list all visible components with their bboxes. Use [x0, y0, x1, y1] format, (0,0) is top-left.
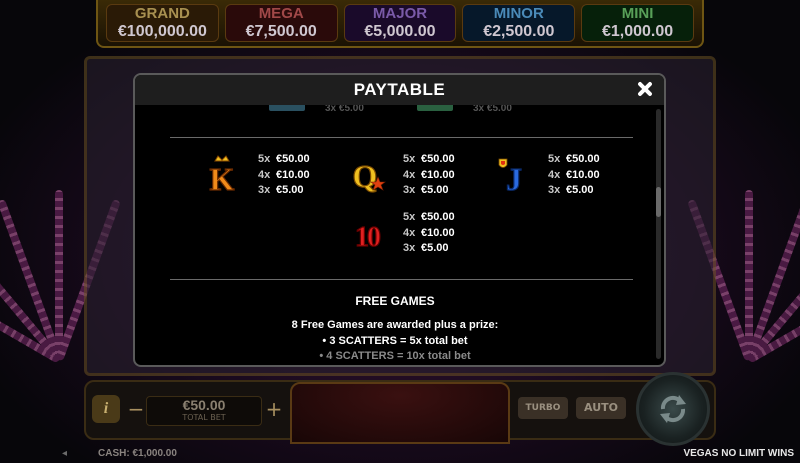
pay-multiplier: 4x	[403, 168, 416, 181]
jackpot-name: MEGA	[258, 5, 304, 22]
divider	[170, 137, 633, 138]
pay-multiplier: 3x	[258, 184, 271, 196]
jackpot-bar: GRAND €100,000.00 MEGA €7,500.00 MAJOR €…	[96, 0, 704, 48]
jackpot-value: €2,500.00	[483, 23, 555, 40]
cash-balance: CASH: €1,000.00	[98, 448, 177, 459]
sound-icon[interactable]: ◂	[62, 449, 74, 459]
svg-text:K: K	[210, 161, 235, 193]
paytable-modal: PAYTABLE 3x €5.00 3x €5.00 K 5x €50.00 4x…	[133, 73, 666, 367]
jackpot-name: MINI	[621, 5, 654, 22]
pay-multiplier: 4x	[403, 226, 416, 239]
free-games-description: 8 Free Games are awarded plus a prize:	[291, 319, 499, 331]
free-games-title: FREE GAMES	[355, 294, 435, 308]
win-display-panel	[290, 382, 510, 444]
free-games-bullets: • 3 SCATTERS = 5x total bet • 4 SCATTERS…	[135, 334, 655, 364]
ten-card-icon: 10	[354, 221, 382, 251]
ten-pay-list: 5x €50.00 4x €10.00 3x €5.00	[403, 210, 455, 257]
jackpot-mega: MEGA €7,500.00	[224, 4, 338, 42]
pay-amount: €5.00	[276, 184, 304, 196]
jackpot-minor: MINOR €2,500.00	[462, 4, 576, 42]
queen-card-icon: Q	[352, 157, 386, 193]
scrollbar-thumb[interactable]	[656, 187, 661, 217]
pay-multiplier: 4x	[548, 168, 561, 181]
pay-multiplier: 5x	[258, 153, 271, 165]
scatter-prize-item: • 3 SCATTERS = 5x total bet	[322, 335, 468, 347]
bet-label: TOTAL BET	[182, 413, 226, 422]
pay-amount: €5.00	[421, 242, 449, 254]
divider	[170, 279, 633, 280]
prev-pay-text: 3x €5.00	[325, 105, 364, 114]
pay-multiplier: 5x	[548, 153, 561, 165]
info-button[interactable]: i	[92, 395, 120, 423]
jack-pay-list: 5x €50.00 4x €10.00 3x €5.00	[548, 152, 600, 199]
jackpot-value: €1,000.00	[601, 23, 674, 40]
jackpot-name: MAJOR	[372, 5, 428, 22]
king-card-icon: K	[209, 155, 235, 193]
symbol-tile-icon	[269, 105, 305, 111]
pay-amount: €10.00	[421, 168, 455, 181]
pay-amount: €5.00	[566, 184, 594, 196]
king-pay-list: 5x €50.00 4x €10.00 3x €5.00	[258, 152, 310, 199]
jackpot-name: GRAND	[134, 5, 190, 22]
turbo-button[interactable]: TURBO	[518, 397, 568, 419]
jackpot-major: MAJOR €5,000.00	[343, 4, 457, 42]
svg-text:10: 10	[355, 222, 380, 251]
pay-multiplier: 5x	[403, 153, 416, 165]
bet-increase-button[interactable]: +	[264, 398, 284, 420]
pay-amount: €10.00	[421, 226, 455, 239]
pay-amount: €50.00	[421, 153, 455, 165]
pay-amount: €10.00	[276, 168, 310, 181]
jackpot-value: €7,500.00	[245, 23, 317, 40]
auto-button[interactable]: AUTO	[576, 397, 626, 419]
bet-value: €50.00	[182, 397, 226, 413]
pay-amount: €50.00	[566, 153, 600, 165]
pay-amount: €50.00	[276, 153, 310, 165]
symbol-tile-icon	[417, 105, 453, 111]
pay-multiplier: 4x	[258, 168, 271, 181]
svg-text:J: J	[506, 161, 522, 193]
pay-amount: €5.00	[421, 184, 449, 196]
pay-amount: €50.00	[421, 211, 455, 223]
game-brand-label: VEGAS NO LIMIT WINS	[683, 448, 794, 459]
pay-multiplier: 3x	[403, 184, 416, 196]
spin-button[interactable]	[636, 372, 710, 446]
modal-header: PAYTABLE	[135, 75, 664, 105]
queen-pay-list: 5x €50.00 4x €10.00 3x €5.00	[403, 152, 455, 199]
bet-display: €50.00 TOTAL BET	[146, 396, 262, 426]
pay-multiplier: 3x	[403, 242, 416, 254]
prev-pay-text: 3x €5.00	[473, 105, 512, 114]
jackpot-grand: GRAND €100,000.00	[106, 4, 219, 42]
jackpot-value: €100,000.00	[117, 23, 207, 40]
scrollbar-track[interactable]	[656, 109, 661, 359]
previous-symbol-row: 3x €5.00 3x €5.00	[135, 105, 655, 115]
close-icon[interactable]	[634, 78, 656, 100]
pay-multiplier: 5x	[403, 211, 416, 223]
spin-arrows-icon	[660, 395, 686, 423]
scatter-prize-item: • 4 SCATTERS = 10x total bet	[319, 350, 471, 362]
bet-decrease-button[interactable]: −	[126, 398, 146, 420]
modal-title: PAYTABLE	[353, 80, 446, 99]
jackpot-name: MINOR	[493, 5, 544, 22]
pay-multiplier: 3x	[548, 184, 561, 196]
paytable-scroll-area[interactable]: 3x €5.00 3x €5.00 K 5x €50.00 4x €10.00 3x…	[135, 105, 655, 365]
jackpot-value: €5,000.00	[364, 23, 436, 40]
jack-card-icon: J	[498, 158, 523, 193]
pay-amount: €10.00	[566, 168, 600, 181]
jackpot-mini: MINI €1,000.00	[581, 4, 694, 42]
